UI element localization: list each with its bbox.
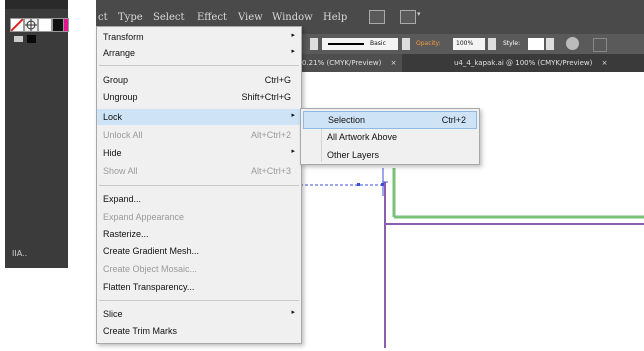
menu-item-flatten-transparency[interactable]: Flatten Transparency... xyxy=(97,279,301,295)
menu-item-label: Transform xyxy=(103,32,144,42)
menu-select[interactable]: Select xyxy=(153,12,185,23)
menu-item-label: Group xyxy=(103,75,129,85)
menu-item-label: Unlock All xyxy=(103,130,143,140)
bridge-icon[interactable] xyxy=(369,10,385,24)
white-swatch[interactable] xyxy=(38,18,52,32)
anchor-point xyxy=(357,183,360,186)
none-swatch[interactable] xyxy=(10,18,24,32)
menu-item-show-all[interactable]: Show All Alt+Ctrl+3 xyxy=(97,163,301,179)
menu-effect[interactable]: Effect xyxy=(197,12,227,23)
submenu-arrow-icon: ▸ xyxy=(291,309,295,316)
folder-icon[interactable] xyxy=(14,36,23,42)
graphic-style-swatch[interactable] xyxy=(528,38,544,50)
left-panel: IIA.. xyxy=(5,0,69,268)
crosshair-icon xyxy=(25,19,37,31)
menu-object[interactable]: ct xyxy=(98,12,108,23)
menu-item-shortcut: Shift+Ctrl+G xyxy=(241,92,291,102)
menu-item-rasterize[interactable]: Rasterize... xyxy=(97,226,301,242)
menu-item-label: Create Object Mosaic... xyxy=(103,264,198,274)
magenta-swatch[interactable] xyxy=(63,18,69,32)
panel-header-strip xyxy=(5,0,68,9)
menu-item-group[interactable]: Group Ctrl+G xyxy=(97,72,301,88)
menu-item-label: Expand... xyxy=(103,194,142,204)
align-options-icon[interactable] xyxy=(593,38,607,52)
stroke-dropdown[interactable] xyxy=(310,38,318,50)
menu-view[interactable]: View xyxy=(238,12,263,23)
target-swatch[interactable] xyxy=(24,18,38,32)
style-label: Style: xyxy=(503,40,521,47)
menu-item-arrange[interactable]: Arrange ▸ xyxy=(97,45,301,61)
submenu-arrow-icon: ▸ xyxy=(291,32,295,39)
menu-item-ungroup[interactable]: Ungroup Shift+Ctrl+G xyxy=(97,89,301,105)
menu-item-create-object-mosaic[interactable]: Create Object Mosaic... xyxy=(97,261,301,277)
menu-item-slice[interactable]: Slice ▸ xyxy=(97,306,301,322)
submenu-arrow-icon: ▸ xyxy=(291,48,295,55)
menu-item-expand[interactable]: Expand... xyxy=(97,191,301,207)
tab-label: u4_4_kapak.ai @ 100% (CMYK/Preview) xyxy=(454,59,593,67)
none-slash-icon xyxy=(10,18,24,32)
object-menu: Transform ▸ Arrange ▸ Group Ctrl+G Ungro… xyxy=(96,26,302,344)
chevron-down-icon[interactable] xyxy=(402,38,410,50)
menu-item-label: Create Trim Marks xyxy=(103,326,178,336)
anchor-point xyxy=(381,183,384,186)
stroke-line-preview xyxy=(328,43,364,45)
brush-definition-dropdown[interactable]: Basic xyxy=(322,38,398,50)
stroke-style-label: Basic xyxy=(370,40,386,47)
chevron-down-icon[interactable]: ▾ xyxy=(417,10,421,18)
menu-item-label: All Artwork Above xyxy=(327,132,398,142)
menu-item-unlock-all[interactable]: Unlock All Alt+Ctrl+2 xyxy=(97,127,301,143)
menu-item-label: Create Gradient Mesh... xyxy=(103,246,200,256)
panel-footer-text: IIA.. xyxy=(12,249,28,258)
opacity-input[interactable]: 100% xyxy=(453,38,485,50)
submenu-arrow-icon: ▸ xyxy=(291,148,295,155)
menu-item-shortcut: Alt+Ctrl+3 xyxy=(250,166,291,176)
menu-separator xyxy=(99,185,299,186)
menu-item-label: Selection xyxy=(328,115,366,125)
menu-item-label: Slice xyxy=(103,309,123,319)
menu-separator xyxy=(99,65,299,66)
menu-item-label: Arrange xyxy=(103,48,136,58)
menu-item-create-trim-marks[interactable]: Create Trim Marks xyxy=(97,323,301,339)
menu-item-label: Other Layers xyxy=(327,150,380,160)
menu-item-transform[interactable]: Transform ▸ xyxy=(97,29,301,45)
swatch-row xyxy=(10,18,66,32)
menu-item-label: Flatten Transparency... xyxy=(103,282,195,292)
lock-submenu: Selection Ctrl+2 All Artwork Above Other… xyxy=(300,108,480,165)
recolor-artwork-icon[interactable] xyxy=(566,37,579,50)
menu-item-label: Expand Appearance xyxy=(103,212,185,222)
menu-item-expand-appearance[interactable]: Expand Appearance xyxy=(97,209,301,225)
menu-item-label: Ungroup xyxy=(103,92,138,102)
menu-window[interactable]: Window xyxy=(272,12,313,23)
menu-item-label: Show All xyxy=(103,166,138,176)
chevron-down-icon[interactable] xyxy=(546,38,554,50)
submenu-item-all-artwork-above[interactable]: All Artwork Above xyxy=(303,129,475,145)
menu-separator xyxy=(99,300,299,301)
opacity-label[interactable]: Opacity: xyxy=(416,40,441,52)
tab-document-2[interactable]: u4_4_kapak.ai @ 100% (CMYK/Preview) × xyxy=(448,54,613,72)
tab-document-1[interactable]: 0.21% (CMYK/Preview) × xyxy=(296,54,403,72)
menu-type[interactable]: Type xyxy=(118,12,143,23)
tab-label: 0.21% (CMYK/Preview) xyxy=(302,59,382,67)
chevron-down-icon[interactable] xyxy=(488,38,496,50)
menu-item-hide[interactable]: Hide ▸ xyxy=(97,145,301,161)
close-icon[interactable]: × xyxy=(602,59,608,67)
submenu-item-selection[interactable]: Selection Ctrl+2 xyxy=(303,111,477,129)
opacity-value: 100% xyxy=(456,40,474,47)
arrange-documents-icon[interactable] xyxy=(400,10,416,24)
submenu-arrow-icon: ▸ xyxy=(291,112,295,119)
menu-item-shortcut: Ctrl+2 xyxy=(441,115,466,125)
menu-item-label: Lock xyxy=(103,112,123,122)
menu-item-label: Hide xyxy=(103,148,122,158)
menu-item-shortcut: Ctrl+G xyxy=(264,75,291,85)
menu-item-create-gradient-mesh[interactable]: Create Gradient Mesh... xyxy=(97,243,301,259)
menu-item-lock[interactable]: Lock ▸ xyxy=(97,109,301,125)
submenu-item-other-layers[interactable]: Other Layers xyxy=(303,147,475,163)
close-icon[interactable]: × xyxy=(391,59,397,67)
menu-item-label: Rasterize... xyxy=(103,229,149,239)
black-chip[interactable] xyxy=(27,35,36,43)
menu-help[interactable]: Help xyxy=(323,12,347,23)
menu-item-shortcut: Alt+Ctrl+2 xyxy=(250,130,291,140)
